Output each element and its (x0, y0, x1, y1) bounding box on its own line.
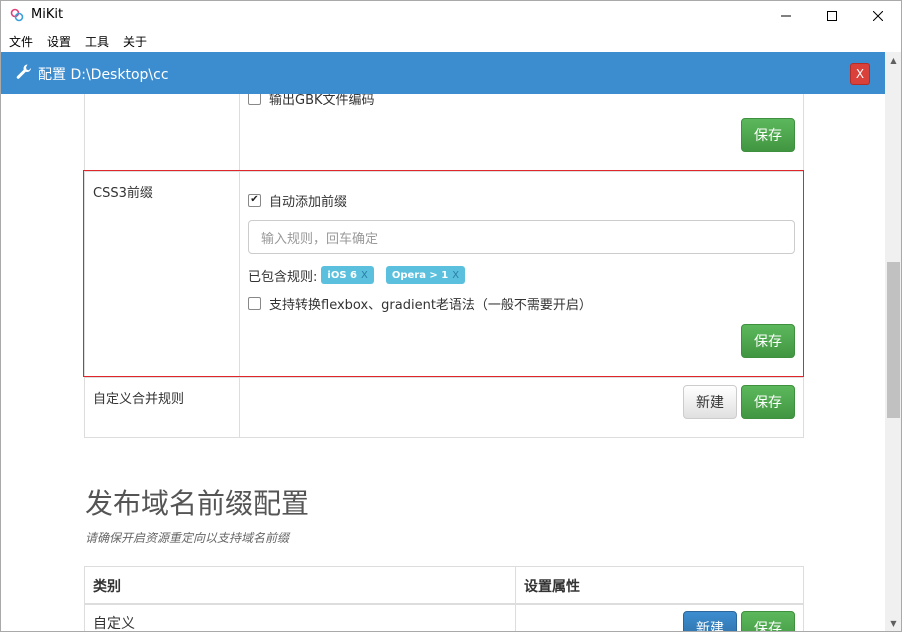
close-icon (873, 11, 883, 21)
minimize-icon (781, 15, 791, 17)
css3-save-button[interactable]: 保存 (741, 324, 795, 358)
domain-section-subtitle: 请确保开启资源重定向以支持域名前缀 (85, 531, 290, 545)
column-header-settings: 设置属性 (524, 579, 580, 595)
wrench-icon (16, 64, 31, 79)
domain-table: 类别 设置属性 自定义 新建 保存 (84, 566, 804, 631)
included-rules-label: 已包含规则: (248, 269, 318, 285)
rule-tag-text: iOS 6 (327, 269, 357, 281)
title-bar[interactable]: MiKit (1, 1, 901, 31)
css3-prefix-label: CSS3前缀 (93, 186, 153, 201)
content-area: 输出GBK文件编码 保存 CSS3前缀 ✔ 自动添加前缀 输入规则，回车确定 已… (1, 94, 885, 631)
gbk-option[interactable]: 输出GBK文件编码 (248, 94, 375, 108)
gbk-save-button[interactable]: 保存 (741, 118, 795, 152)
vertical-scrollbar[interactable]: ▲ ▼ (885, 52, 901, 631)
column-header-category: 类别 (85, 567, 516, 603)
rule-input[interactable]: 输入规则，回车确定 (248, 220, 795, 254)
gbk-checkbox-label: 输出GBK文件编码 (269, 94, 375, 108)
app-window: MiKit 文件 设置 工具 关于 配置 D:\Desktop\cc X 输出G… (0, 0, 902, 632)
menu-item-file[interactable]: 文件 (9, 33, 33, 50)
domain-save-button[interactable]: 保存 (741, 611, 795, 631)
domain-section-title: 发布域名前缀配置 (85, 487, 310, 520)
css3-prefix-row: CSS3前缀 ✔ 自动添加前缀 输入规则，回车确定 已包含规则: iOS 6 X (85, 171, 803, 377)
merge-rules-label: 自定义合并规则 (93, 392, 185, 407)
rule-tag: iOS 6 X (321, 266, 374, 284)
css3-label-cell: CSS3前缀 (85, 172, 240, 377)
menu-bar: 文件 设置 工具 关于 (1, 31, 901, 52)
scroll-thumb[interactable] (887, 262, 900, 418)
menu-item-about[interactable]: 关于 (123, 33, 147, 50)
gbk-checkbox[interactable] (248, 94, 261, 105)
table-row: 自定义 新建 保存 (85, 605, 803, 631)
maximize-button[interactable] (809, 1, 855, 31)
app-title: MiKit (31, 7, 64, 22)
merge-save-button[interactable]: 保存 (741, 385, 795, 419)
scroll-down-arrow-icon[interactable]: ▼ (885, 615, 901, 631)
merge-new-button[interactable]: 新建 (683, 385, 737, 419)
legacy-syntax-label: 支持转换flexbox、gradient老语法（一般不需要开启） (269, 297, 592, 313)
remove-tag-icon[interactable]: X (361, 270, 368, 281)
domain-new-button[interactable]: 新建 (683, 611, 737, 631)
merge-label-cell: 自定义合并规则 (85, 378, 240, 437)
config-table: 输出GBK文件编码 保存 CSS3前缀 ✔ 自动添加前缀 输入规则，回车确定 已… (84, 94, 804, 438)
autoprefix-option[interactable]: ✔ 自动添加前缀 (248, 190, 347, 210)
domain-table-header: 类别 设置属性 (85, 567, 803, 605)
gbk-row: 输出GBK文件编码 保存 (85, 94, 803, 171)
row-category: 自定义 (85, 605, 516, 631)
gbk-label-cell (85, 94, 240, 171)
rule-tag: Opera > 1 X (385, 266, 466, 284)
config-header: 配置 D:\Desktop\cc X (1, 52, 885, 94)
legacy-syntax-checkbox[interactable] (248, 296, 261, 310)
scroll-up-arrow-icon[interactable]: ▲ (885, 52, 901, 69)
close-window-button[interactable] (855, 1, 901, 31)
included-rules: 已包含规则: iOS 6 X Opera > 1 X (248, 265, 466, 285)
close-config-button[interactable]: X (850, 63, 870, 85)
legacy-syntax-option[interactable]: 支持转换flexbox、gradient老语法（一般不需要开启） (248, 293, 592, 313)
maximize-icon (827, 11, 837, 21)
rule-tag-text: Opera > 1 (391, 269, 449, 281)
config-title: 配置 D:\Desktop\cc (38, 67, 169, 83)
menu-item-tools[interactable]: 工具 (85, 33, 109, 50)
remove-tag-icon[interactable]: X (452, 270, 459, 281)
minimize-button[interactable] (763, 1, 809, 31)
autoprefix-label: 自动添加前缀 (269, 194, 348, 210)
menu-item-settings[interactable]: 设置 (47, 33, 71, 50)
merge-rules-row: 自定义合并规则 新建 保存 (85, 377, 803, 437)
autoprefix-checkbox[interactable]: ✔ (248, 193, 261, 207)
app-logo-icon (10, 8, 24, 22)
